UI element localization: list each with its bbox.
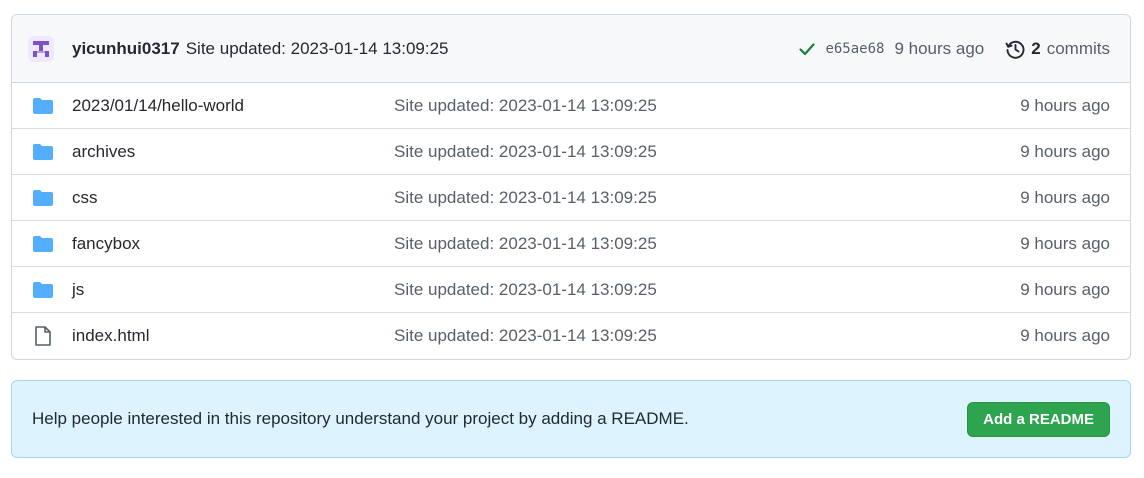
- file-age: 9 hours ago: [1020, 187, 1110, 207]
- file-name[interactable]: index.html: [72, 326, 394, 346]
- file-commit-message[interactable]: Site updated: 2023-01-14 13:09:25: [394, 142, 1020, 162]
- file-commit-message[interactable]: Site updated: 2023-01-14 13:09:25: [394, 96, 1020, 116]
- add-readme-button[interactable]: Add a README: [967, 401, 1110, 437]
- file-age: 9 hours ago: [1020, 141, 1110, 161]
- latest-commit-bar: yicunhui0317 Site updated: 2023-01-14 13…: [12, 15, 1130, 83]
- history-icon: [1005, 40, 1025, 59]
- commit-count: 2: [1031, 38, 1041, 58]
- file-row[interactable]: 2023/01/14/hello-world Site updated: 202…: [12, 83, 1130, 129]
- readme-prompt: Help people interested in this repositor…: [32, 409, 689, 428]
- file-row[interactable]: fancybox Site updated: 2023-01-14 13:09:…: [12, 221, 1130, 267]
- file-row[interactable]: css Site updated: 2023-01-14 13:09:25 9 …: [12, 175, 1130, 221]
- commit-sha[interactable]: e65ae68: [825, 41, 884, 57]
- file-browser: yicunhui0317 Site updated: 2023-01-14 13…: [11, 14, 1131, 360]
- file-commit-message[interactable]: Site updated: 2023-01-14 13:09:25: [394, 234, 1020, 254]
- avatar[interactable]: [28, 35, 54, 62]
- check-icon[interactable]: [797, 39, 817, 59]
- readme-banner: Help people interested in this repositor…: [11, 380, 1131, 458]
- file-name[interactable]: 2023/01/14/hello-world: [72, 96, 394, 116]
- file-age: 9 hours ago: [1020, 326, 1110, 345]
- folder-icon: [32, 187, 54, 209]
- file-name[interactable]: fancybox: [72, 234, 394, 254]
- file-commit-message[interactable]: Site updated: 2023-01-14 13:09:25: [394, 188, 1020, 208]
- file-commit-message[interactable]: Site updated: 2023-01-14 13:09:25: [394, 326, 1020, 346]
- file-age: 9 hours ago: [1020, 279, 1110, 299]
- file-age: 9 hours ago: [1020, 95, 1110, 115]
- folder-icon: [32, 141, 54, 163]
- commits-label: commits: [1046, 38, 1110, 58]
- file-row[interactable]: index.html Site updated: 2023-01-14 13:0…: [12, 313, 1130, 359]
- file-age: 9 hours ago: [1020, 233, 1110, 253]
- file-icon: [32, 325, 54, 347]
- folder-icon: [32, 233, 54, 255]
- commits-link[interactable]: 2 commits: [1004, 38, 1110, 60]
- folder-icon: [32, 279, 54, 301]
- commit-author[interactable]: yicunhui0317: [72, 39, 180, 59]
- file-name[interactable]: css: [72, 188, 394, 208]
- file-name[interactable]: js: [72, 280, 394, 300]
- file-name[interactable]: archives: [72, 142, 394, 162]
- folder-icon: [32, 95, 54, 117]
- file-row[interactable]: js Site updated: 2023-01-14 13:09:25 9 h…: [12, 267, 1130, 313]
- commit-message[interactable]: Site updated: 2023-01-14 13:09:25: [186, 39, 449, 59]
- commit-age: 9 hours ago: [894, 38, 985, 58]
- file-row[interactable]: archives Site updated: 2023-01-14 13:09:…: [12, 129, 1130, 175]
- file-list: 2023/01/14/hello-world Site updated: 202…: [12, 83, 1130, 359]
- file-commit-message[interactable]: Site updated: 2023-01-14 13:09:25: [394, 280, 1020, 300]
